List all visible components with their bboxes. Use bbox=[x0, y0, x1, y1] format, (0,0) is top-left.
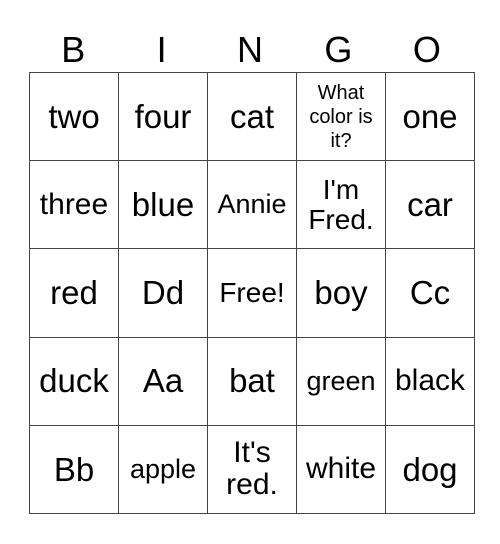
bingo-cell[interactable]: four bbox=[118, 71, 208, 162]
bingo-cell[interactable]: white bbox=[296, 424, 386, 515]
bingo-cell[interactable]: duck bbox=[29, 336, 119, 426]
bingo-cell[interactable]: one bbox=[385, 71, 475, 162]
bingo-cell[interactable]: red bbox=[29, 248, 119, 338]
bingo-grid: two four cat What color is it? one three… bbox=[29, 71, 475, 515]
bingo-cell[interactable]: three bbox=[29, 160, 119, 250]
header-letter-o: O bbox=[412, 29, 441, 70]
bingo-cell[interactable]: It's red. bbox=[207, 424, 297, 515]
bingo-cell[interactable]: apple bbox=[118, 424, 208, 515]
bingo-cell[interactable]: Dd bbox=[118, 248, 208, 338]
grid-row: three blue Annie I'm Fred. car bbox=[29, 160, 475, 250]
bingo-cell[interactable]: Bb bbox=[29, 424, 119, 515]
bingo-cell[interactable]: boy bbox=[296, 248, 386, 338]
header-letter-i: I bbox=[156, 29, 167, 70]
bingo-cell[interactable]: two bbox=[29, 71, 119, 162]
bingo-cell[interactable]: What color is it? bbox=[296, 71, 386, 162]
bingo-cell[interactable]: Aa bbox=[118, 336, 208, 426]
grid-row: two four cat What color is it? one bbox=[29, 71, 475, 162]
bingo-cell[interactable]: bat bbox=[207, 336, 297, 426]
grid-row: duck Aa bat green black bbox=[29, 336, 475, 426]
bingo-cell[interactable]: green bbox=[296, 336, 386, 426]
header-letter-g: G bbox=[324, 29, 353, 70]
bingo-cell[interactable]: blue bbox=[118, 160, 208, 250]
bingo-cell[interactable]: Cc bbox=[385, 248, 475, 338]
grid-row: red Dd Free! boy Cc bbox=[29, 248, 475, 338]
bingo-cell[interactable]: Annie bbox=[207, 160, 297, 250]
bingo-cell[interactable]: cat bbox=[207, 71, 297, 162]
bingo-cell[interactable]: I'm Fred. bbox=[296, 160, 386, 250]
header-letter-b: B bbox=[61, 29, 86, 70]
bingo-cell[interactable]: black bbox=[385, 336, 475, 426]
bingo-cell[interactable]: dog bbox=[385, 424, 475, 515]
header-letter-n: N bbox=[237, 29, 264, 70]
bingo-header: B I N G O bbox=[29, 28, 471, 72]
free-space-cell[interactable]: Free! bbox=[207, 248, 297, 338]
grid-row: Bb apple It's red. white dog bbox=[29, 424, 475, 515]
bingo-cell[interactable]: car bbox=[385, 160, 475, 250]
